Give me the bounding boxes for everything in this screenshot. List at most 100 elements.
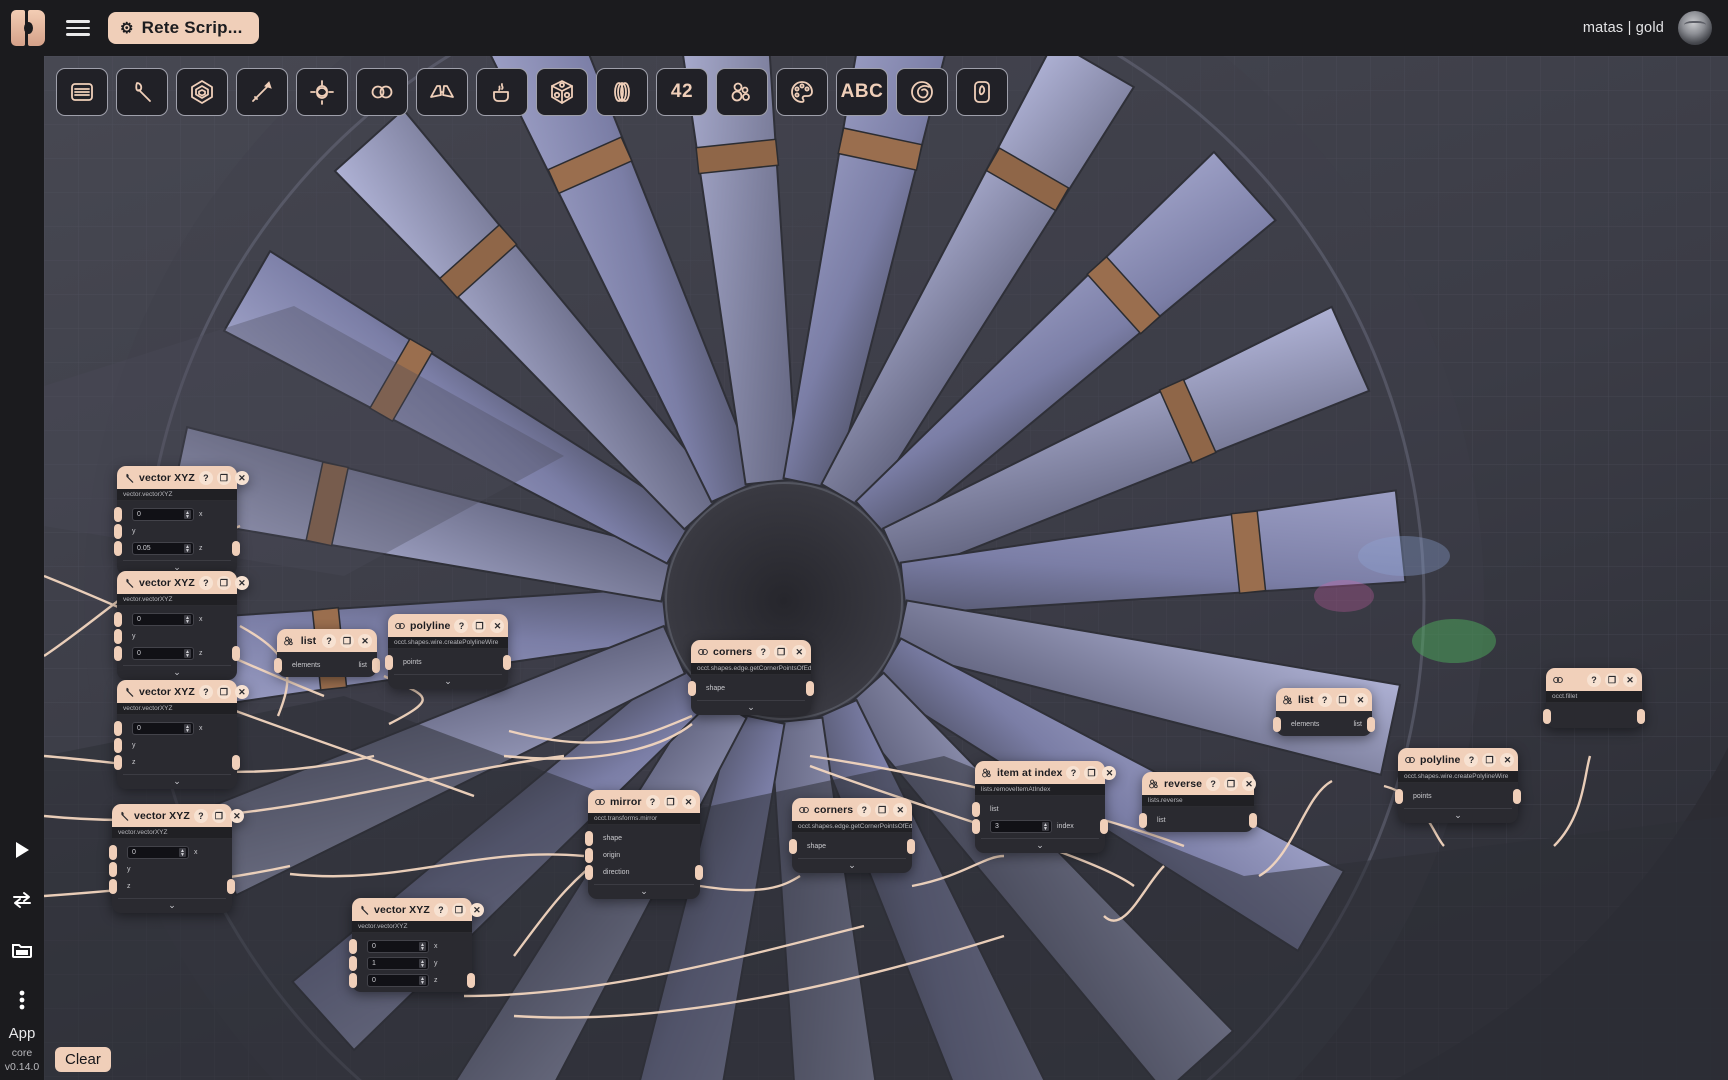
help-button[interactable]: ? [1206, 776, 1221, 791]
output-socket[interactable] [227, 879, 235, 894]
number-input[interactable]: 1 ▲ ▼ [367, 957, 429, 970]
menu-icon[interactable] [56, 20, 100, 36]
infinity-icon[interactable] [356, 68, 408, 116]
help-button[interactable]: ? [433, 902, 448, 917]
stepper-icon[interactable]: ▲ ▼ [184, 724, 191, 733]
input-socket[interactable] [114, 524, 122, 539]
node-category-toolbar[interactable]: 42 ABC [56, 68, 1008, 116]
copy-button[interactable]: ❐ [774, 644, 789, 659]
node-vector-xyz-3[interactable]: vector XYZ? ❐ ✕ vector.vectorXYZ 0 ▲ ▼ x y z ⌄ [114, 680, 249, 789]
hexagon-icon[interactable] [176, 68, 228, 116]
expand-chevron-icon[interactable]: ⌄ [798, 858, 906, 870]
node-reverse-1[interactable]: reverse? ❐ ✕ lists.reverse list [1139, 772, 1257, 832]
number-input[interactable]: 0 ▲ ▼ [127, 846, 189, 859]
close-button[interactable]: ✕ [1353, 692, 1368, 707]
expand-chevron-icon[interactable]: ⌄ [697, 700, 805, 712]
help-button[interactable]: ? [322, 633, 336, 648]
expand-chevron-icon[interactable]: ⌄ [123, 665, 231, 677]
input-socket[interactable] [1543, 709, 1551, 724]
copy-button[interactable]: ❐ [1605, 672, 1619, 687]
help-button[interactable]: ? [1317, 692, 1332, 707]
stepper-icon[interactable]: ▲ ▼ [184, 510, 191, 519]
output-socket[interactable] [232, 755, 240, 770]
layers-icon[interactable] [56, 68, 108, 116]
input-socket[interactable] [109, 845, 117, 860]
node-loft-edge[interactable]: ? ❐ ✕ occt.fillet [1543, 668, 1645, 728]
run-button[interactable] [0, 825, 44, 875]
number-input[interactable]: 3 ▲ ▼ [990, 820, 1052, 833]
node-vector-xyz-1[interactable]: vector XYZ? ❐ ✕ vector.vectorXYZ 0 ▲ ▼ x y 0.05 ▲ ▼… [114, 466, 249, 575]
help-button[interactable]: ? [756, 644, 771, 659]
close-button[interactable]: ✕ [234, 470, 249, 485]
node-header[interactable]: corners? ❐ ✕ [792, 798, 912, 821]
help-button[interactable]: ? [1066, 765, 1081, 780]
copy-button[interactable]: ❐ [211, 808, 226, 823]
help-button[interactable]: ? [198, 684, 213, 699]
stepper-icon[interactable]: ▲ ▼ [419, 959, 426, 968]
number-input[interactable]: 0 ▲ ▼ [132, 508, 194, 521]
project-button[interactable]: ⚙ Rete Scrip... [108, 12, 259, 44]
logo-container[interactable] [0, 10, 56, 46]
3d-viewport[interactable] [44, 56, 1728, 1080]
copy-button[interactable]: ❐ [1482, 752, 1497, 767]
node-polyline-2[interactable]: polyline? ❐ ✕ occt.shapes.wire.createPolyli… [1395, 748, 1521, 823]
copy-button[interactable]: ❐ [1224, 776, 1239, 791]
stepper-icon[interactable]: ▲ ▼ [179, 848, 186, 857]
input-socket[interactable] [114, 755, 122, 770]
stepper-icon[interactable]: ▲ ▼ [419, 942, 426, 951]
node-vector-xyz-5[interactable]: vector XYZ? ❐ ✕ vector.vectorXYZ 0 ▲ ▼ x 1 ▲ ▼ y 0 ▲ ▼… [349, 898, 484, 992]
node-header[interactable]: list? ❐ ✕ [1276, 688, 1372, 711]
input-socket[interactable] [114, 646, 122, 661]
number-input[interactable]: 0 ▲ ▼ [132, 722, 194, 735]
input-socket[interactable] [688, 681, 696, 696]
input-socket[interactable] [114, 629, 122, 644]
output-socket[interactable] [372, 658, 380, 673]
output-socket[interactable] [1100, 819, 1108, 834]
stepper-icon[interactable]: ▲ ▼ [184, 544, 191, 553]
input-socket[interactable] [114, 612, 122, 627]
help-button[interactable]: ? [454, 618, 469, 633]
input-socket[interactable] [1139, 813, 1147, 828]
expand-chevron-icon[interactable]: ⌄ [1404, 808, 1512, 820]
node-header[interactable]: mirror? ❐ ✕ [588, 790, 700, 813]
output-socket[interactable] [232, 646, 240, 661]
input-socket[interactable] [114, 721, 122, 736]
node-header[interactable]: polyline? ❐ ✕ [1398, 748, 1518, 771]
rings-icon[interactable] [596, 68, 648, 116]
draw-icon[interactable] [956, 68, 1008, 116]
output-socket[interactable] [232, 541, 240, 556]
expand-chevron-icon[interactable]: ⌄ [394, 674, 502, 686]
input-socket[interactable] [349, 956, 357, 971]
number-input[interactable]: 0.05 ▲ ▼ [132, 542, 194, 555]
abc-icon[interactable]: ABC [836, 68, 888, 116]
node-header[interactable]: corners? ❐ ✕ [691, 640, 811, 663]
close-button[interactable]: ✕ [234, 684, 249, 699]
node-item-at-index-1[interactable]: item at index? ❐ ✕ lists.removeItemAtIndex l… [972, 761, 1117, 853]
copy-button[interactable]: ❐ [472, 618, 487, 633]
glasses-icon[interactable] [416, 68, 468, 116]
coffee-icon[interactable] [476, 68, 528, 116]
node-header[interactable]: reverse? ❐ ✕ [1142, 772, 1257, 795]
input-socket[interactable] [274, 658, 282, 673]
stepper-icon[interactable]: ▲ ▼ [184, 615, 191, 624]
user-avatar[interactable] [1678, 11, 1712, 45]
output-socket[interactable] [907, 839, 915, 854]
copy-button[interactable]: ❐ [1084, 765, 1099, 780]
close-button[interactable]: ✕ [490, 618, 505, 633]
copy-button[interactable]: ❐ [451, 902, 466, 917]
node-list-2[interactable]: list? ❐ ✕ elements list [1273, 688, 1375, 736]
output-socket[interactable] [1249, 813, 1257, 828]
close-button[interactable]: ✕ [1623, 672, 1637, 687]
number-input[interactable]: 0 ▲ ▼ [132, 647, 194, 660]
help-button[interactable]: ? [198, 575, 213, 590]
expand-chevron-icon[interactable]: ⌄ [118, 898, 226, 910]
input-socket[interactable] [585, 848, 593, 863]
input-socket[interactable] [385, 655, 393, 670]
target-icon[interactable] [296, 68, 348, 116]
spiral-icon[interactable] [896, 68, 948, 116]
node-header[interactable]: vector XYZ? ❐ ✕ [112, 804, 244, 827]
input-socket[interactable] [114, 738, 122, 753]
copy-button[interactable]: ❐ [340, 633, 354, 648]
number-icon[interactable]: 42 [656, 68, 708, 116]
close-button[interactable]: ✕ [234, 575, 249, 590]
